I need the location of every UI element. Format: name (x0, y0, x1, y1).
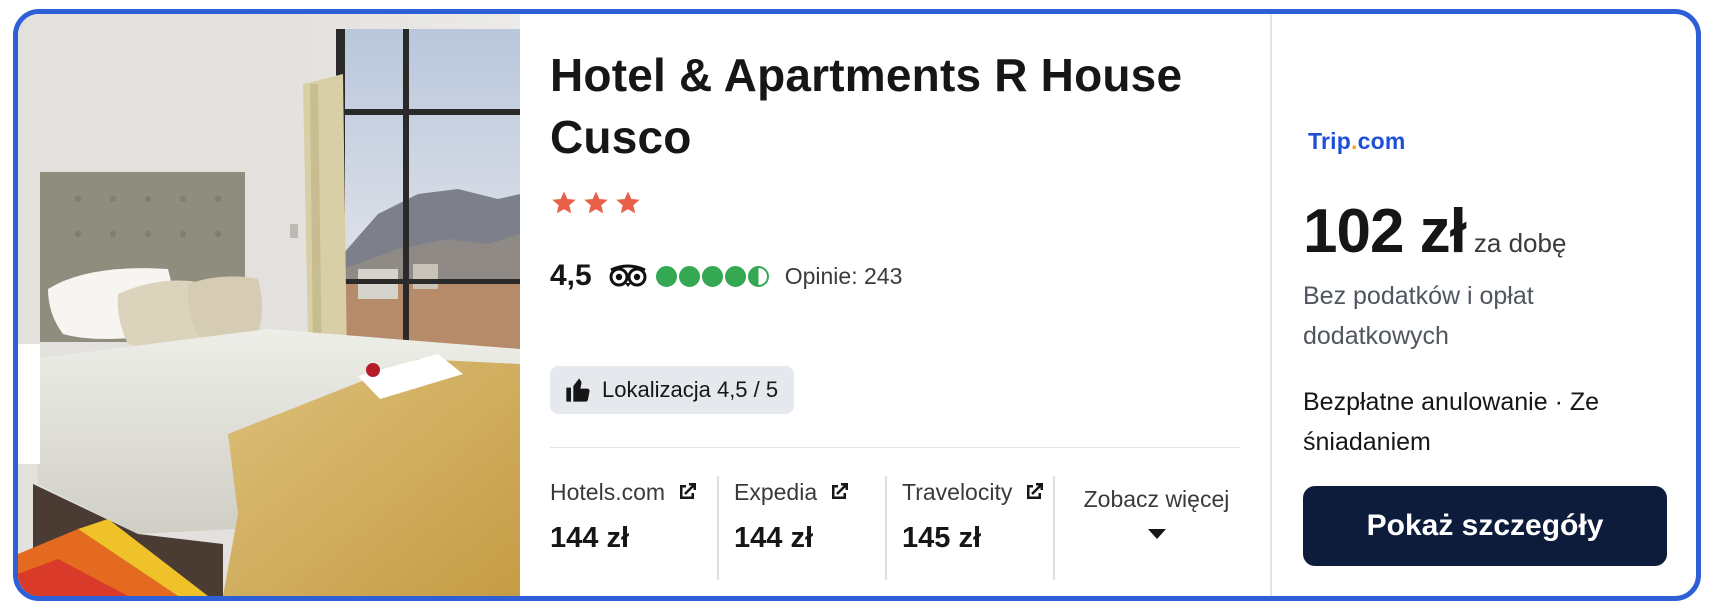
offer-perks: Bezpłatne anulowanie · Ze śniadaniem (1303, 388, 1600, 456)
rating-bubble (701, 265, 723, 287)
rating-bubble-half (747, 265, 769, 287)
rating-bubble (655, 265, 677, 287)
external-link-icon (1027, 483, 1044, 499)
hotel-name[interactable]: Hotel & Apartments R House Cusco (550, 44, 1230, 168)
section-divider (550, 447, 1240, 448)
star-icon (584, 191, 608, 214)
location-badge-label: Lokalizacja 4,5 / 5 (602, 377, 779, 402)
hotel-card: Hotel & Apartments R House Cusco 4,5 Opi… (13, 9, 1701, 601)
per-night-label: za dobę (1473, 228, 1567, 258)
star-icon (552, 191, 576, 214)
tripadvisor-owl-icon (609, 264, 647, 287)
hotel-info: Hotel & Apartments R House Cusco 4,5 Opi… (550, 14, 1240, 596)
chevron-down-icon (1147, 529, 1166, 539)
trip-com-logo: Trip.com (1308, 128, 1406, 154)
offer-panel: Trip.com 102 zł za dobę Bez podatków i o… (1303, 14, 1673, 596)
provider-expedia[interactable]: Expedia 144 zł (717, 476, 885, 580)
offer-price: 102 zł (1303, 197, 1467, 266)
offer-price-row: 102 zł za dobę (1303, 196, 1566, 267)
see-more-button[interactable]: Zobacz więcej (1053, 476, 1240, 580)
external-link-icon (680, 483, 697, 499)
provider-travelocity[interactable]: Travelocity 145 zł (885, 476, 1053, 580)
reviews-count[interactable]: Opinie: 243 (785, 263, 903, 290)
provider-hotels-com[interactable]: Hotels.com 144 zł (550, 476, 717, 580)
star-icon (616, 191, 640, 214)
rating-value: 4,5 (550, 259, 592, 292)
star-rating (550, 188, 642, 218)
hotel-room-image (18, 14, 520, 596)
see-more-label: Zobacz więcej (1083, 486, 1230, 512)
provider-name: Travelocity (902, 478, 1013, 505)
provider-name: Expedia (734, 478, 818, 505)
tax-note: Bez podatków i opłat dodatkowych (1303, 282, 1534, 350)
hotel-photo[interactable] (18, 14, 520, 596)
review-summary[interactable]: 4,5 Opinie: 243 (550, 254, 902, 298)
provider-price: 145 zł (902, 522, 981, 554)
location-badge: Lokalizacja 4,5 / 5 (550, 366, 795, 414)
external-link-icon (832, 483, 849, 499)
rating-bubble (678, 265, 700, 287)
provider-prices: Hotels.com 144 zł Expedia 144 zł Travelo… (550, 476, 1240, 580)
rating-bubble (724, 265, 746, 287)
show-details-button[interactable]: Pokaż szczegóły (1303, 486, 1667, 566)
bubble-rating (655, 265, 769, 287)
thumbs-up-icon (566, 378, 590, 402)
provider-name: Hotels.com (550, 478, 666, 505)
provider-price: 144 zł (734, 522, 813, 554)
provider-price: 144 zł (550, 522, 629, 554)
column-divider (1270, 14, 1272, 596)
